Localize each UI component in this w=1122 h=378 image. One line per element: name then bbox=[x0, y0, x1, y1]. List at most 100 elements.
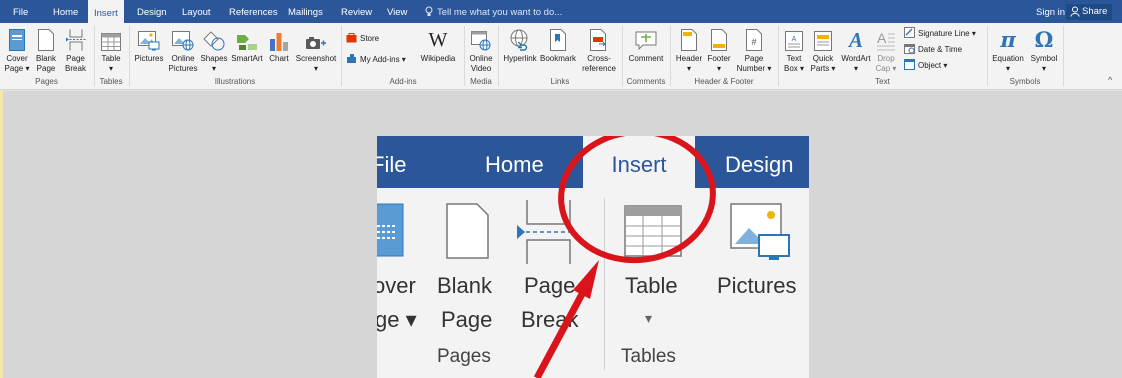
bookmark-label: Bookmark bbox=[540, 54, 577, 63]
hyperlink-icon bbox=[510, 29, 528, 51]
signature-line-icon bbox=[904, 27, 915, 38]
ribbon-bottom-border bbox=[0, 90, 1122, 91]
smartart-icon bbox=[237, 35, 257, 50]
tab-file[interactable]: File bbox=[13, 0, 28, 23]
zoom-tab-file[interactable]: File bbox=[377, 136, 406, 188]
page-break-button[interactable]: Page Break bbox=[62, 27, 89, 73]
zoom-page-break-icon bbox=[517, 200, 575, 264]
pictures-button[interactable]: Pictures bbox=[132, 27, 166, 64]
text-box-button[interactable]: A Text Box ▾ bbox=[781, 27, 807, 73]
share-button[interactable]: Share bbox=[1066, 4, 1113, 20]
group-media-label: Media bbox=[470, 77, 492, 86]
chart-label: Chart bbox=[269, 54, 289, 63]
chart-icon bbox=[270, 33, 288, 51]
shapes-button[interactable]: Shapes ▾ bbox=[199, 27, 229, 73]
pi-icon: π bbox=[1000, 27, 1016, 52]
cross-reference-button[interactable]: Cross- reference bbox=[578, 27, 620, 73]
online-video-label-1: Online bbox=[469, 54, 493, 63]
zoom-tab-insert[interactable]: Insert bbox=[583, 136, 695, 188]
page-number-icon: # bbox=[746, 29, 762, 51]
blank-page-icon bbox=[38, 29, 54, 51]
tell-me-search[interactable]: Tell me what you want to do... bbox=[425, 0, 562, 25]
zoom-group-separator bbox=[604, 198, 605, 370]
online-video-label-2: Video bbox=[470, 63, 492, 73]
group-separator bbox=[341, 26, 342, 86]
header-button[interactable]: Header ▾ bbox=[673, 27, 705, 73]
online-pictures-icon bbox=[172, 31, 194, 51]
date-time-icon bbox=[904, 44, 915, 54]
date-time-label: Date & Time bbox=[918, 45, 963, 54]
tab-insert[interactable]: Insert bbox=[88, 0, 124, 23]
smartart-button[interactable]: SmartArt bbox=[229, 27, 265, 64]
zoom-blank-label-1: Blank bbox=[437, 273, 493, 298]
svg-text:A: A bbox=[792, 36, 797, 43]
page-number-button[interactable]: # Page Number ▾ bbox=[733, 27, 775, 73]
zoom-pictures-label: Pictures bbox=[717, 273, 797, 298]
zoom-tab-home[interactable]: Home bbox=[485, 136, 544, 188]
zoomed-ribbon-inset: File Home Insert Design over ge ▾ Blank … bbox=[377, 136, 809, 378]
symbol-label-1: Symbol bbox=[1030, 54, 1058, 63]
drop-cap-button[interactable]: A Drop Cap ▾ bbox=[874, 27, 898, 73]
ribbon-tab-bar: File Home Insert Design Layout Reference… bbox=[0, 0, 1122, 23]
page-break-icon bbox=[65, 29, 86, 51]
zoom-cover-label-1: over bbox=[377, 273, 416, 298]
zoom-table-icon bbox=[624, 205, 682, 257]
zoom-tab-bar: File Home Insert Design bbox=[377, 136, 809, 188]
comment-label: Comment bbox=[628, 54, 664, 63]
page-break-label-2: Break bbox=[65, 63, 86, 73]
store-button[interactable]: Store bbox=[346, 32, 379, 45]
blank-page-button[interactable]: Blank Page bbox=[33, 27, 59, 73]
object-label: Object ▾ bbox=[918, 61, 948, 70]
hyperlink-button[interactable]: Hyperlink bbox=[501, 27, 539, 64]
svg-text:#: # bbox=[751, 37, 756, 47]
date-time-button[interactable]: Date & Time bbox=[904, 43, 962, 56]
tab-mailings[interactable]: Mailings bbox=[288, 0, 323, 23]
screenshot-icon bbox=[306, 37, 326, 49]
cover-page-button[interactable]: Cover Page ▾ bbox=[3, 27, 31, 73]
group-illustrations-label: Illustrations bbox=[214, 77, 256, 86]
quick-parts-button[interactable]: Quick Parts ▾ bbox=[809, 27, 837, 73]
drop-cap-icon: A bbox=[877, 31, 895, 51]
comment-button[interactable]: Comment bbox=[625, 27, 667, 64]
tab-references[interactable]: References bbox=[229, 0, 278, 23]
tab-home[interactable]: Home bbox=[53, 0, 78, 23]
omega-icon: Ω bbox=[1034, 27, 1054, 52]
my-addins-button[interactable]: My Add-ins ▾ bbox=[346, 53, 406, 66]
zoom-tab-design[interactable]: Design bbox=[725, 136, 793, 188]
wikipedia-icon: W bbox=[428, 29, 448, 51]
page-number-label-1: Page bbox=[744, 54, 764, 63]
sign-in-link[interactable]: Sign in bbox=[1036, 0, 1065, 25]
wikipedia-button[interactable]: W Wikipedia bbox=[418, 27, 458, 64]
shapes-label-2: ▾ bbox=[211, 63, 216, 73]
group-addins-label: Add-ins bbox=[389, 77, 417, 86]
zoom-cover-label-2: ge ▾ bbox=[377, 307, 417, 332]
group-links-label: Links bbox=[550, 77, 570, 86]
svg-text:A: A bbox=[877, 31, 887, 46]
tab-review[interactable]: Review bbox=[341, 0, 372, 23]
zoom-table-dropdown-icon: ▾ bbox=[645, 310, 653, 326]
table-button[interactable]: Table ▾ bbox=[97, 27, 125, 73]
footer-button[interactable]: Footer ▾ bbox=[705, 27, 733, 73]
tab-design[interactable]: Design bbox=[137, 0, 167, 23]
equation-button[interactable]: π Equation ▾ bbox=[990, 27, 1026, 73]
wordart-button[interactable]: A WordArt ▾ bbox=[839, 27, 873, 73]
text-box-icon: A bbox=[785, 31, 803, 51]
signature-line-button[interactable]: Signature Line ▾ bbox=[904, 27, 976, 40]
zoom-page-break-label-1: Page bbox=[524, 273, 576, 298]
zoom-group-pages: Pages bbox=[437, 346, 491, 367]
online-pictures-label-2: Pictures bbox=[168, 63, 198, 73]
online-video-button[interactable]: Online Video bbox=[466, 27, 496, 73]
tab-view[interactable]: View bbox=[387, 0, 407, 23]
quick-parts-label-2: Parts ▾ bbox=[810, 63, 836, 73]
tab-layout[interactable]: Layout bbox=[182, 0, 211, 23]
online-pictures-button[interactable]: Online Pictures bbox=[168, 27, 198, 73]
screenshot-button[interactable]: Screenshot ▾ bbox=[294, 27, 338, 73]
symbol-button[interactable]: Ω Symbol ▾ bbox=[1028, 27, 1060, 73]
object-button[interactable]: Object ▾ bbox=[904, 59, 947, 72]
collapse-ribbon-icon[interactable]: ^ bbox=[1108, 75, 1112, 85]
cover-page-label-1: Cover bbox=[6, 54, 28, 63]
store-icon bbox=[346, 33, 357, 43]
bookmark-button[interactable]: Bookmark bbox=[540, 27, 576, 64]
footer-icon bbox=[711, 29, 727, 51]
chart-button[interactable]: Chart bbox=[266, 27, 292, 64]
